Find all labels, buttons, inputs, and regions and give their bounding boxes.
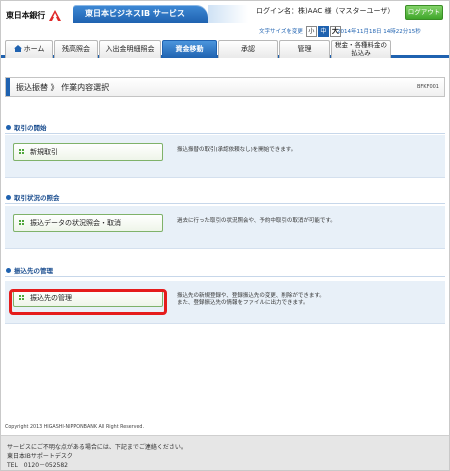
tab-statement-inquiry[interactable]: 入出金明細照会 <box>99 40 161 58</box>
copyright: Copyright 2013 HIGASHI-NIPPONBANK All Ri… <box>5 425 144 430</box>
footer: サービスにご不明な点がある場合には、下記までご連絡ください。 東日本IBサポート… <box>1 435 449 470</box>
tab-home[interactable]: ホーム <box>5 40 53 58</box>
button-label: 振込データの状況照会・取消 <box>30 219 121 227</box>
service-banner: 東日本ビジネスIB サービス <box>73 5 248 23</box>
banner-fade <box>208 5 248 23</box>
section-heading-label: 取引の開始 <box>14 124 47 132</box>
description-line: 振込先の新規登録や、登録振込先の変更、削除ができます。 <box>177 293 325 299</box>
transfer-status-inquiry-button[interactable]: 振込データの状況照会・取消 <box>13 214 163 232</box>
current-datetime: 2014年11月18日 14時22分15秒 <box>337 29 421 35</box>
font-size-small-button[interactable]: 小 <box>305 25 317 37</box>
section-description: 過去に行った取引の状況照会や、予約中取引の取消が可能です。 <box>177 218 336 224</box>
bullet-icon <box>6 268 11 273</box>
section-heading-label: 取引状況の照会 <box>14 194 60 202</box>
section-description: 振込振替の取引(承認依頼なし)を開始できます。 <box>177 147 297 153</box>
bank-logo[interactable]: 東日本銀行 <box>6 7 62 23</box>
tab-funds-transfer[interactable]: 資金移動 <box>162 40 217 58</box>
footer-contact-line: サービスにご不明な点がある場合には、下記までご連絡ください。 <box>7 444 187 451</box>
section-heading-payee: 振込先の管理 <box>5 265 445 277</box>
tab-approval[interactable]: 承認 <box>218 40 278 58</box>
font-size-label: 文字サイズを変更 <box>259 29 303 35</box>
page-title: 振込振替 》 作業内容選択 <box>16 83 110 92</box>
button-label: 新規取引 <box>30 148 58 156</box>
screen-id: BFKF001 <box>416 84 439 90</box>
highlight-outline <box>9 289 167 315</box>
login-info: ログイン名：株)AAC 様（マスターユーザ） <box>256 7 395 15</box>
section-heading-start: 取引の開始 <box>5 122 445 134</box>
tab-home-label: ホーム <box>23 45 45 53</box>
description-line: また、登録振込先の情報をファイルに出力できます。 <box>177 300 309 306</box>
font-size-medium-button[interactable]: 中 <box>317 25 329 37</box>
grip-icon <box>19 220 25 226</box>
page-title-bar: 振込振替 》 作業内容選択 BFKF001 <box>5 77 445 97</box>
bank-name: 東日本銀行 <box>6 10 45 20</box>
grip-icon <box>19 149 25 155</box>
section-heading-inquiry: 取引状況の照会 <box>5 192 445 204</box>
home-icon <box>13 42 22 52</box>
app-window: 東日本銀行 東日本ビジネスIB サービス ログイン名：株)AAC 様（マスターユ… <box>0 0 450 471</box>
section-description: 振込先の新規登録や、登録振込先の変更、削除ができます。 また、登録振込先の情報を… <box>177 293 325 307</box>
section-inquiry: 振込データの状況照会・取消 過去に行った取引の状況照会や、予約中取引の取消が可能… <box>5 206 445 249</box>
tab-balance-inquiry[interactable]: 残高照会 <box>54 40 98 58</box>
header: 東日本銀行 東日本ビジネスIB サービス ログイン名：株)AAC 様（マスターユ… <box>1 1 449 37</box>
font-size-selector: 文字サイズを変更 小 中 大 <box>259 25 342 37</box>
main-nav: ホーム 残高照会 入出金明細照会 資金移動 承認 管理 税金・各種料金の払込み <box>1 39 449 58</box>
bullet-icon <box>6 125 11 130</box>
bullet-icon <box>6 195 11 200</box>
bank-mark-icon <box>48 8 62 22</box>
footer-phone: TEL 0120－052582 <box>7 462 68 469</box>
tab-tax-payment[interactable]: 税金・各種料金の払込み <box>331 40 391 58</box>
service-name: 東日本ビジネスIB サービス <box>85 9 185 18</box>
footer-support-desk: 東日本IBサポートデスク <box>7 453 73 460</box>
section-heading-label: 振込先の管理 <box>14 267 53 275</box>
logout-button[interactable]: ログアウト <box>405 5 443 20</box>
tab-management[interactable]: 管理 <box>279 40 330 58</box>
title-accent <box>6 78 10 96</box>
new-transaction-button[interactable]: 新規取引 <box>13 143 163 161</box>
section-start: 新規取引 振込振替の取引(承認依頼なし)を開始できます。 <box>5 135 445 178</box>
